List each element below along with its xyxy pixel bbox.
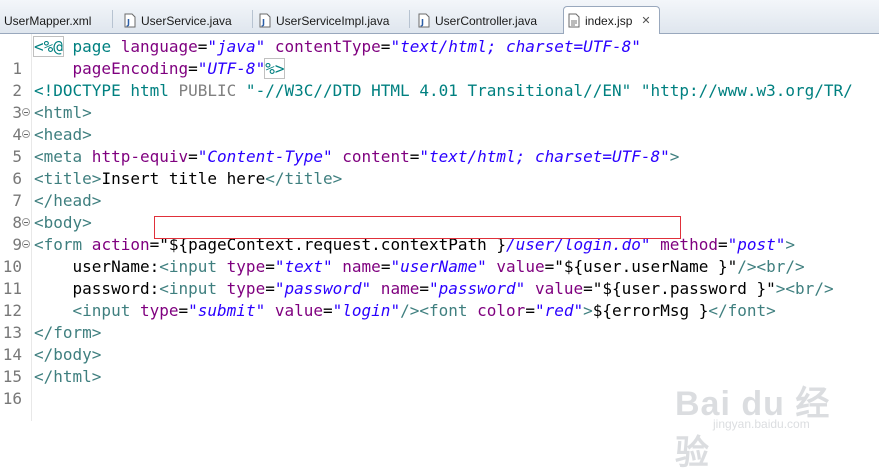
code-line-3: 3 <!DOCTYPE html PUBLIC "-//W3C//DTD HTM… [0,80,879,122]
fold-toggle-icon[interactable] [22,240,30,248]
code-editor[interactable]: 1 <%@ page language="java" contentType="… [0,34,879,472]
code-line-9: 9 <body> [0,212,879,254]
tab-label: UserController.java [435,13,538,28]
tab-index-jsp[interactable]: index.jsp ✕ [563,6,660,34]
code-line-2: 2 pageEncoding="UTF-8"%> [0,58,879,100]
code-line-8: 8 </head> [0,190,879,232]
code-line-15: 15 </body> [2,345,102,386]
tab-label: UserServiceImpl.java [276,13,390,28]
svg-text:J: J [126,18,130,27]
baidu-watermark: Bai du 经验 jingyan.baidu.com [675,385,831,472]
jsp-file-icon [568,13,580,28]
fold-toggle-icon[interactable] [22,218,30,226]
fold-toggle-icon[interactable] [22,130,30,138]
code-line-6: 6 <meta http-equiv="Content-Type" conten… [0,146,879,188]
code-line-11: 11 userName:<input type="text" name="use… [2,257,805,298]
tab-userservice-java[interactable]: J UserService.java [120,7,253,34]
tab-label: UserService.java [141,13,232,28]
java-file-icon: J [259,13,271,28]
tab-label: UserMapper.xml [4,13,92,28]
java-file-icon: J [124,13,136,28]
close-icon[interactable]: ✕ [641,14,650,27]
code-line-12: 12 password:<input type="password" name=… [2,279,834,320]
code-line-13: 13 <input type="submit" value="login"/><… [2,301,776,342]
java-file-icon: J [418,13,430,28]
code-line-10: 10 <form action="${pageContext.request.c… [2,235,796,276]
tab-userserviceimpl-java[interactable]: J UserServiceImpl.java [255,7,410,34]
line-number: 16 [2,389,22,408]
tab-label: index.jsp [585,13,633,28]
fold-toggle-icon[interactable] [22,108,30,116]
code-line-5: 5 <head> [0,124,879,166]
svg-text:J: J [261,18,265,27]
code-line-1: 1 <%@ page language="java" contentType="… [0,36,879,78]
tab-usercontroller-java[interactable]: J UserController.java [414,7,559,34]
tab-usermapper-xml[interactable]: UserMapper.xml [0,7,113,34]
code-line-4: 4 <html> [0,102,879,144]
editor-tab-bar: UserMapper.xml J UserService.java J User… [0,0,879,34]
svg-text:J: J [420,18,424,27]
code-line-14: 14 </form> [2,323,102,364]
code-line-7: 7 <title>Insert title here</title> [0,168,879,210]
